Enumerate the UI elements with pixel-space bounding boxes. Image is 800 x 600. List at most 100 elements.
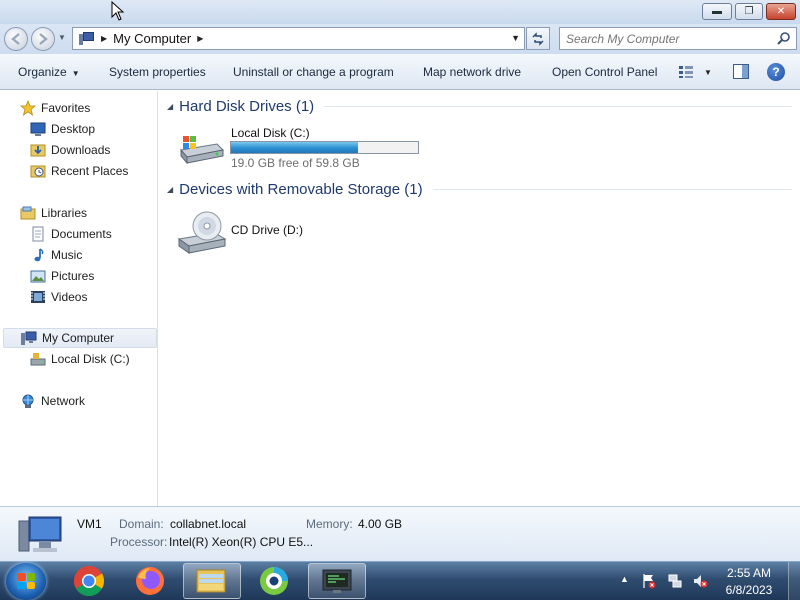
recent-places-icon <box>30 165 46 178</box>
recent-pages-dropdown-icon[interactable]: ▼ <box>58 33 66 42</box>
sidebar-label: Videos <box>51 290 88 304</box>
drive-usage-bar <box>230 141 419 154</box>
sidebar-item-network[interactable]: Network <box>20 391 85 411</box>
sidebar-item-downloads[interactable]: Downloads <box>30 140 110 160</box>
sidebar-label: Libraries <box>41 206 88 220</box>
processor-value: Intel(R) Xeon(R) CPU E5... <box>169 535 314 549</box>
organize-button[interactable]: Organize ▼ <box>18 65 80 79</box>
organize-label: Organize <box>18 65 67 79</box>
local-disk-icon <box>30 353 46 366</box>
group-title: Hard Disk Drives (1) <box>179 98 315 115</box>
computer-name: VM1 <box>77 517 102 531</box>
taskbar-remote-desktop[interactable] <box>308 563 366 599</box>
sidebar-label: Documents <box>51 227 112 241</box>
sidebar-label: My Computer <box>42 331 115 345</box>
clock-date[interactable]: 6/8/2023 <box>718 583 780 597</box>
sidebar-item-documents[interactable]: Documents <box>30 224 112 244</box>
breadcrumb-my-computer[interactable]: My Computer <box>113 31 191 46</box>
desktop-icon <box>30 122 46 136</box>
memory-value: 4.00 GB <box>358 517 403 531</box>
address-bar[interactable]: ▶ My Computer ▶ ▼ <box>72 27 525 50</box>
clock-time[interactable]: 2:55 AM <box>718 566 780 580</box>
cd-drive-icon <box>177 211 227 254</box>
sidebar-item-my-computer[interactable]: My Computer <box>3 328 157 348</box>
collapse-triangle-icon[interactable]: ◢ <box>167 102 173 111</box>
search-input[interactable] <box>566 31 766 46</box>
change-view-button[interactable]: ▼ <box>678 64 712 80</box>
drive-usage-fill <box>231 142 359 153</box>
sidebar-item-local-disk[interactable]: Local Disk (C:) <box>30 349 130 369</box>
sidebar-label: Desktop <box>51 122 96 136</box>
show-hidden-icons-button[interactable]: ▲ <box>620 574 629 584</box>
maximize-icon: ❐ <box>744 6 754 17</box>
start-button[interactable] <box>6 563 46 600</box>
sidebar-item-videos[interactable]: Videos <box>30 287 87 307</box>
downloads-folder-icon <box>30 144 46 157</box>
breadcrumb-chevron-icon[interactable]: ▶ <box>101 34 107 43</box>
maximize-button[interactable]: ❐ <box>735 3 763 20</box>
close-button[interactable]: ✕ <box>766 3 796 20</box>
refresh-icon <box>532 31 544 46</box>
sidebar-item-recent-places[interactable]: Recent Places <box>30 161 128 181</box>
eye-monitor-icon <box>260 567 288 595</box>
computer-icon <box>18 516 62 552</box>
collapse-triangle-icon[interactable]: ◢ <box>167 185 173 194</box>
navigation-bar: ▼ ▶ My Computer ▶ ▼ <box>0 24 800 54</box>
network-icon <box>22 394 34 408</box>
group-header-removable-storage[interactable]: ◢ Devices with Removable Storage (1) <box>167 181 792 198</box>
drive-name: Local Disk (C:) <box>231 126 310 140</box>
drive-item-cd-drive-d[interactable]: CD Drive (D:) <box>177 209 377 255</box>
action-center-flag-icon[interactable] <box>641 573 657 589</box>
back-button[interactable] <box>4 27 28 51</box>
sidebar-label: Network <box>41 394 86 408</box>
group-title: Devices with Removable Storage (1) <box>179 181 423 198</box>
network-status-icon[interactable] <box>667 573 683 589</box>
sidebar-item-pictures[interactable]: Pictures <box>30 266 94 286</box>
taskbar-windows-explorer[interactable] <box>183 563 241 599</box>
drive-item-local-disk-c[interactable]: Local Disk (C:) 19.0 GB free of 59.8 GB <box>177 126 422 172</box>
drive-name: CD Drive (D:) <box>231 223 303 237</box>
sidebar-item-favorites[interactable]: Favorites <box>20 98 90 118</box>
search-icon[interactable] <box>777 31 791 45</box>
taskbar-firefox[interactable] <box>121 563 179 599</box>
firefox-icon <box>136 567 164 595</box>
processor-label: Processor: <box>110 535 168 549</box>
map-network-drive-button[interactable]: Map network drive <box>423 65 521 79</box>
refresh-button[interactable] <box>526 27 550 50</box>
back-arrow-icon <box>11 33 20 45</box>
sidebar-label: Local Disk (C:) <box>51 352 130 366</box>
pictures-icon <box>30 270 46 283</box>
breadcrumb-chevron-icon[interactable]: ▶ <box>197 34 203 43</box>
folder-icon <box>196 569 226 593</box>
group-header-hard-disk-drives[interactable]: ◢ Hard Disk Drives (1) <box>167 98 792 115</box>
address-dropdown-icon[interactable]: ▼ <box>511 33 520 43</box>
help-button[interactable]: ? <box>767 63 785 81</box>
libraries-icon <box>20 206 36 220</box>
domain-label: Domain: <box>119 517 164 531</box>
taskbar: ▲ 2:55 AM 6/8/2023 <box>0 561 800 600</box>
close-icon: ✕ <box>776 6 786 17</box>
open-control-panel-button[interactable]: Open Control Panel <box>552 65 657 79</box>
uninstall-program-button[interactable]: Uninstall or change a program <box>233 65 394 79</box>
domain-value: collabnet.local <box>170 517 247 531</box>
show-desktop-button[interactable] <box>788 562 800 600</box>
minimize-button[interactable]: ▬ <box>702 3 732 20</box>
sidebar-label: Pictures <box>51 269 95 283</box>
taskbar-monitoring-app[interactable] <box>245 563 303 599</box>
sidebar-item-libraries[interactable]: Libraries <box>20 203 87 223</box>
system-properties-button[interactable]: System properties <box>109 65 206 79</box>
sidebar-label: Recent Places <box>51 164 129 178</box>
command-bar: Organize ▼ System properties Uninstall or… <box>0 54 800 90</box>
sidebar-label: Music <box>51 248 83 262</box>
search-box[interactable] <box>559 27 797 50</box>
preview-pane-button[interactable] <box>733 64 749 79</box>
taskbar-chrome[interactable] <box>60 563 118 599</box>
documents-icon <box>32 226 44 242</box>
minimize-icon: ▬ <box>712 6 722 17</box>
forward-button[interactable] <box>31 27 55 51</box>
view-options-icon <box>679 66 693 78</box>
sidebar-label: Favorites <box>41 101 91 115</box>
volume-muted-icon[interactable] <box>692 573 708 589</box>
sidebar-item-desktop[interactable]: Desktop <box>30 119 95 139</box>
sidebar-item-music[interactable]: Music <box>30 245 82 265</box>
